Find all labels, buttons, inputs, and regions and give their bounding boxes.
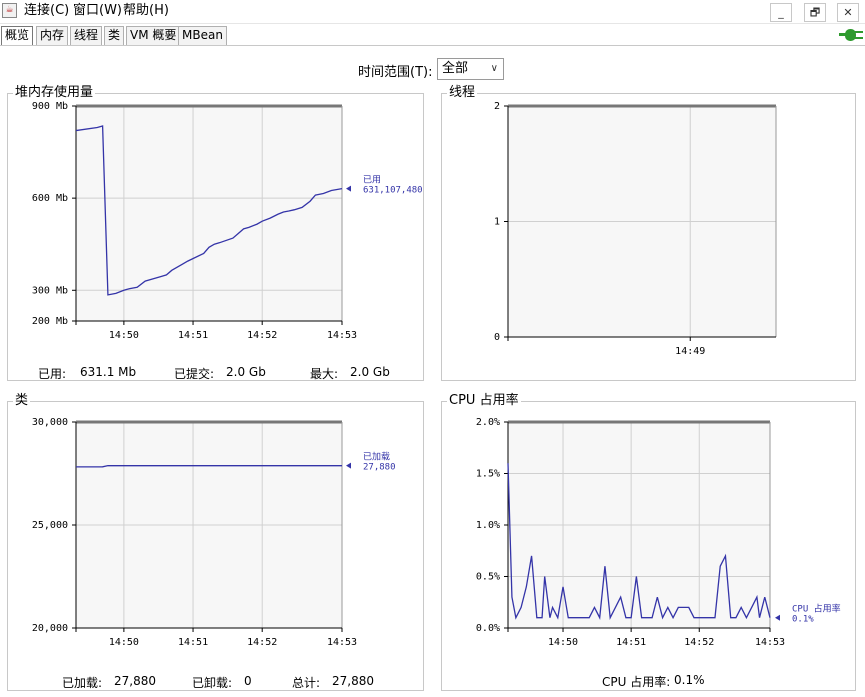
classes-total-value: 27,880 <box>332 674 374 688</box>
classes-chart: 30,000 25,000 20,000 14:50 14:51 14:52 14:53 已加… <box>32 417 396 648</box>
y-tick-label: 1.5% <box>476 469 500 480</box>
time-range-value: 全部 <box>442 61 469 76</box>
classes-unloaded-value: 0 <box>244 674 252 688</box>
restore-button[interactable]: 🗗 <box>804 3 826 22</box>
time-range-select[interactable]: 全部 ∨ <box>437 58 504 80</box>
plot-area <box>76 106 342 321</box>
heap-used-label: 已用: <box>38 367 67 381</box>
series-value-label: 631,107,480 <box>363 186 423 196</box>
heap-committed-value: 2.0 Gb <box>226 365 266 379</box>
cpu-usage-chart: 2.0% 1.5% 1.0% 0.5% 0.0% 14:50 14:51 14:52 14:53… <box>476 417 841 648</box>
y-tick-label: 200 Mb <box>32 316 68 327</box>
x-tick-label: 14:53 <box>327 330 357 341</box>
y-tick-label: 1.0% <box>476 520 500 531</box>
cpu-usage-label: CPU 占用率: <box>602 675 671 689</box>
series-value-label: 27,880 <box>363 463 396 473</box>
series-name-label: CPU 占用率 <box>792 603 841 615</box>
x-tick-label: 14:50 <box>548 637 578 648</box>
series-value-label: 0.1% <box>792 615 814 625</box>
chevron-down-icon: ∨ <box>490 63 498 74</box>
y-tick-label: 30,000 <box>32 417 68 428</box>
cpu-usage-value: 0.1% <box>674 673 705 687</box>
x-tick-label: 14:52 <box>684 637 714 648</box>
minimize-button[interactable]: _ <box>770 3 792 22</box>
y-tick-label: 1 <box>494 217 500 228</box>
heap-memory-panel: 堆内存使用量 900 Mb 600 Mb 300 Mb 200 Mb 14:50 14:5… <box>7 85 424 381</box>
close-button[interactable]: ✕ <box>837 3 859 22</box>
series-name-label: 已加载 <box>363 451 390 463</box>
x-tick-label: 14:52 <box>247 637 277 648</box>
threads-chart: 2 1 0 14:49 <box>494 101 777 357</box>
java-app-icon: ☕ <box>2 3 17 18</box>
menu-connect[interactable]: 连接(C) <box>24 3 69 19</box>
value-marker-icon <box>775 614 780 621</box>
tab-classes[interactable]: 类 <box>104 26 125 45</box>
classes-loaded-label: 已加载: <box>62 676 103 690</box>
x-tick-label: 14:50 <box>109 330 139 341</box>
tab-bar: 概览 内存 线程 类 VM 概要 MBean <box>0 26 865 46</box>
y-tick-label: 0 <box>494 332 500 343</box>
tab-memory[interactable]: 内存 <box>36 26 69 45</box>
series-name-label: 已用 <box>363 175 381 186</box>
classes-loaded-value: 27,880 <box>114 674 156 688</box>
y-tick-label: 300 Mb <box>32 285 68 296</box>
heap-max-value: 2.0 Gb <box>350 365 390 379</box>
y-tick-label: 2 <box>494 101 500 112</box>
tab-overview[interactable]: 概览 <box>1 26 34 45</box>
y-tick-label: 0.0% <box>476 623 500 634</box>
tab-divider <box>0 45 865 46</box>
x-tick-label: 14:51 <box>178 330 208 341</box>
heap-committed-label: 已提交: <box>174 367 215 381</box>
title-bar: ☕ 连接(C) 窗口(W) 帮助(H) _ 🗗 ✕ <box>0 0 865 24</box>
heap-max-label: 最大: <box>310 367 339 381</box>
x-tick-label: 14:50 <box>109 637 139 648</box>
x-tick-label: 14:53 <box>755 637 785 648</box>
tab-vm-summary[interactable]: VM 概要 <box>126 26 181 45</box>
menu-window[interactable]: 窗口(W) <box>73 3 122 19</box>
y-tick-label: 0.5% <box>476 572 500 583</box>
threads-panel: 线程 2 1 0 14:49 <box>441 85 856 381</box>
x-tick-label: 14:49 <box>675 346 705 357</box>
x-tick-label: 14:51 <box>616 637 646 648</box>
menu-help[interactable]: 帮助(H) <box>123 3 169 19</box>
tab-threads[interactable]: 线程 <box>70 26 103 45</box>
classes-total-label: 总计: <box>292 676 321 690</box>
classes-unloaded-label: 已卸载: <box>192 676 233 690</box>
connection-plug-icon <box>839 29 863 41</box>
value-marker-icon <box>346 462 351 469</box>
classes-panel: 类 30,000 25,000 20,000 14:50 14:51 14:52 14:53… <box>7 393 424 691</box>
value-marker-icon <box>346 185 351 192</box>
heap-used-value: 631.1 Mb <box>80 365 137 379</box>
x-tick-label: 14:51 <box>178 637 208 648</box>
cpu-usage-panel: CPU 占用率 2.0% 1.5% 1.0% 0.5% 0.0% 14:50 14:51 14… <box>441 393 856 691</box>
y-tick-label: 2.0% <box>476 417 500 428</box>
heap-memory-chart: 900 Mb 600 Mb 300 Mb 200 Mb 14:50 14:51 14:52 1… <box>32 101 423 341</box>
x-tick-label: 14:53 <box>327 637 357 648</box>
tab-mbean[interactable]: MBean <box>178 26 227 45</box>
time-range-label: 时间范围(T): <box>358 65 433 80</box>
y-tick-label: 25,000 <box>32 520 68 531</box>
y-tick-label: 900 Mb <box>32 101 68 112</box>
x-tick-label: 14:52 <box>247 330 277 341</box>
y-tick-label: 600 Mb <box>32 193 68 204</box>
y-tick-label: 20,000 <box>32 623 68 634</box>
